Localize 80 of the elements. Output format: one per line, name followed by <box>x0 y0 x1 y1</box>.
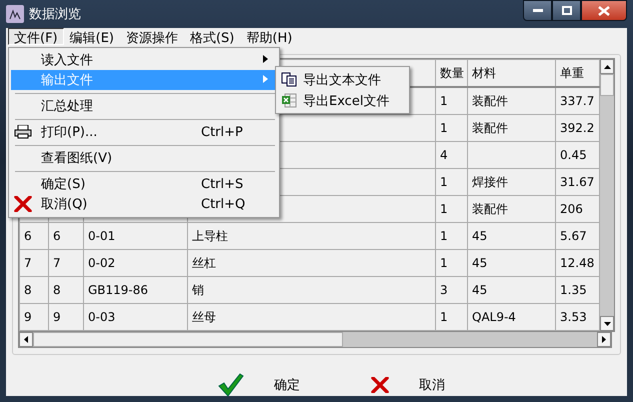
close-button[interactable] <box>581 0 627 21</box>
window-title: 数据浏览 <box>29 6 81 23</box>
menu-item[interactable]: 确定(S) Ctrl+S <box>11 174 277 194</box>
table-cell: 1 <box>440 175 448 189</box>
table-cell: 丝杠 <box>192 256 216 270</box>
table-cell: 7 <box>24 256 32 270</box>
maximize-button[interactable] <box>552 0 581 21</box>
table-cell: 8 <box>24 283 32 297</box>
column-header[interactable]: 材料 <box>468 60 556 87</box>
menu-item[interactable]: 打印(P)... Ctrl+P <box>11 122 277 142</box>
table-cell: 12.48 <box>560 256 594 270</box>
table-cell: 45 <box>472 256 488 270</box>
table-cell: 装配件 <box>472 94 508 108</box>
menu-item[interactable]: 取消(Q) Ctrl+Q <box>11 194 277 214</box>
table-cell: 装配件 <box>472 202 508 216</box>
table-cell: 392.2 <box>560 121 594 135</box>
close-icon <box>598 6 610 16</box>
table-cell: 1 <box>440 256 448 270</box>
cross-icon <box>14 196 32 212</box>
table-cell: 4 <box>440 148 448 162</box>
maximize-icon <box>562 6 572 15</box>
table-cell: GB119-86 <box>88 283 148 297</box>
menu-item[interactable]: 读入文件 <box>11 50 277 70</box>
spreadsheet-icon <box>281 93 297 108</box>
table-cell: 焊接件 <box>472 174 508 188</box>
table-cell: 6 <box>24 229 32 243</box>
table-cell: 1 <box>440 310 448 324</box>
table-cell: 206 <box>560 202 583 216</box>
scroll-down-icon[interactable] <box>600 316 614 331</box>
table-cell: QAL9-4 <box>472 310 516 324</box>
horizontal-scrollbar[interactable] <box>18 332 612 348</box>
table-cell: 3 <box>440 283 448 297</box>
dialog-button[interactable]: 取消 <box>363 373 453 397</box>
table-cell: 销 <box>192 282 204 296</box>
table-cell: 0-03 <box>88 310 116 324</box>
table-cell: 1.35 <box>560 283 587 297</box>
menu-item[interactable]: 汇总处理 <box>11 96 277 116</box>
menu-item[interactable]: 文件(F) <box>8 28 64 45</box>
menu-item[interactable]: 编辑(E) <box>64 28 120 45</box>
table-cell: 0-02 <box>88 256 116 270</box>
table-cell: 0-01 <box>88 229 116 243</box>
table-cell: 1 <box>440 202 448 216</box>
column-header[interactable]: 数量 <box>436 60 468 87</box>
menu-item[interactable]: 格式(S) <box>184 28 240 45</box>
dialog-button[interactable]: 确定 <box>210 373 308 397</box>
table-cell: 3.53 <box>560 310 587 324</box>
table-cell: 8 <box>53 283 61 297</box>
app-icon <box>6 5 24 23</box>
menu-item[interactable]: 资源操作 <box>120 28 184 45</box>
menu-item[interactable]: 导出文本文件 <box>278 69 407 90</box>
menu-item[interactable]: 帮助(H) <box>240 28 298 45</box>
table-cell: 1 <box>440 121 448 135</box>
table-cell: 0.45 <box>560 148 587 162</box>
scroll-up-icon[interactable] <box>600 59 614 74</box>
scroll-left-icon[interactable] <box>19 332 33 347</box>
scrollbar-thumb[interactable] <box>33 332 343 347</box>
table-cell: 9 <box>53 310 61 324</box>
minimize-button[interactable] <box>523 0 552 21</box>
table-cell: 31.67 <box>560 175 594 189</box>
table-cell: 装配件 <box>472 120 508 134</box>
checkmark-icon <box>218 373 244 397</box>
table-cell: 1 <box>440 94 448 108</box>
table-cell: 7 <box>53 256 61 270</box>
table-cell: 45 <box>472 229 488 243</box>
scrollbar-thumb[interactable] <box>600 74 614 96</box>
table-cell: 9 <box>24 310 32 324</box>
table-cell: 丝母 <box>192 310 216 324</box>
document-icon <box>281 72 297 87</box>
vertical-scrollbar[interactable] <box>600 59 614 331</box>
scroll-right-icon[interactable] <box>597 332 611 347</box>
printer-icon <box>14 125 32 139</box>
cross-icon <box>371 377 389 393</box>
minimize-icon <box>532 8 542 12</box>
menu-item[interactable]: 查看图纸(V) <box>11 148 277 168</box>
table-cell: 337.7 <box>560 94 594 108</box>
table-cell: 5.67 <box>560 229 587 243</box>
table-cell: 上导柱 <box>192 228 228 242</box>
table-cell: 1 <box>440 229 448 243</box>
table-cell: 45 <box>472 283 488 297</box>
table-cell: 6 <box>53 229 61 243</box>
